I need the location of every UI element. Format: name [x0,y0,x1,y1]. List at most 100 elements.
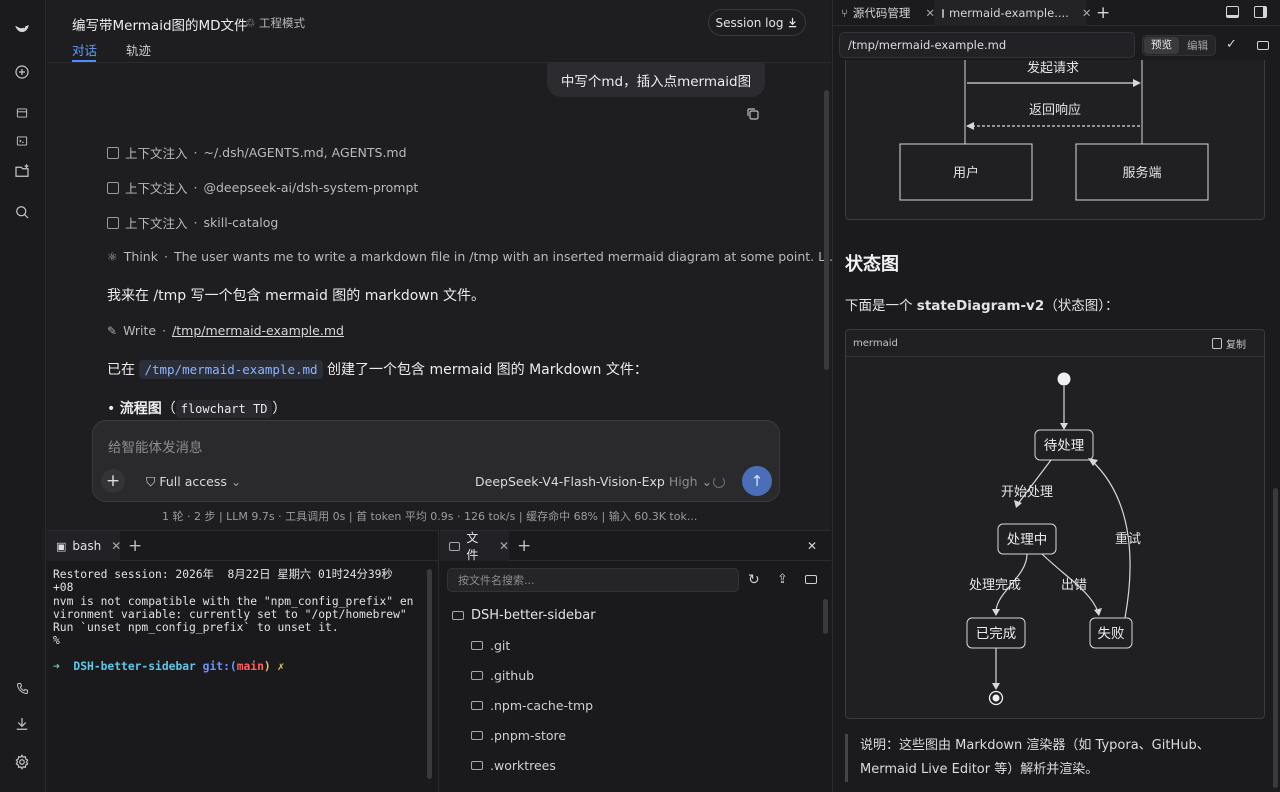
state-node-label: 已完成 [976,626,1017,642]
separator: · [193,180,198,195]
document-icon [107,181,119,194]
write-path-link[interactable]: /tmp/mermaid-example.md [172,323,344,338]
context-value: ~/.dsh/AGENTS.md, AGENTS.md [203,145,407,160]
preview-mode-button[interactable]: 预览 [1144,37,1179,54]
upload-icon[interactable]: ⇪ [777,572,788,587]
write-line[interactable]: ✎ Write · /tmp/mermaid-example.md [107,323,344,338]
sequence-diagram: 发起请求 返回响应 用户 服务端 [845,60,1265,220]
copy-icon [1212,338,1222,349]
chevron-down-icon: ⌄ [230,474,242,489]
close-icon[interactable]: ✕ [499,539,509,553]
effort-level: High [668,474,698,489]
scrollbar[interactable] [427,569,432,779]
copy-button[interactable]: 复制 [1212,336,1246,351]
new-tab-button[interactable]: + [1096,0,1110,26]
copy-icon[interactable] [746,107,760,125]
download-icon[interactable] [11,713,33,735]
seq-message-label: 发起请求 [1027,60,1079,76]
sequence-svg: 发起请求 返回响应 用户 服务端 [899,60,1209,201]
prompt-branch: main [236,660,264,673]
new-chat-icon[interactable] [11,61,33,83]
seq-actor-label: 服务端 [1122,165,1161,181]
attach-button[interactable]: + [101,469,125,493]
section-description: 下面是一个 stateDiagram-v2（状态图）： [845,294,1119,314]
state-edge-label: 开始处理 [1001,485,1053,500]
access-label: Full access [159,474,227,489]
check-icon[interactable]: ✓ [1226,37,1237,52]
file-search-input[interactable]: 按文件名搜索... [447,568,739,592]
open-folder-icon[interactable] [1257,41,1269,50]
folder-icon [471,761,483,770]
tree-root[interactable]: DSH-better-sidebar [452,608,596,623]
view-mode-toggle[interactable]: 预览 编辑 [1142,35,1216,56]
close-icon[interactable]: ✕ [111,539,121,553]
mode-badge[interactable]: ♲ 工程模式 [245,15,305,31]
copy-label: 复制 [1226,340,1246,351]
message-input[interactable]: 给智能体发消息 [108,436,203,456]
scrollbar[interactable] [1273,488,1278,788]
tab-conversation[interactable]: 对话 [72,40,97,59]
mode-label: 工程模式 [258,16,305,30]
new-tab-button[interactable]: + [517,536,531,556]
think-line[interactable]: ⚛ Think · The user wants me to write a ma… [107,249,837,264]
logo-icon[interactable] [11,18,33,40]
files-tabbar: 文件 ✕ + ✕ [440,531,831,562]
pencil-icon: ✎ [107,323,118,338]
run-stats: 1 轮 · 2 步 | LLM 9.7s · 工具调用 0s | 首 token… [162,510,698,523]
close-icon[interactable]: ✕ [807,539,817,553]
preview-pane: ⑂ 源代码管理 ✕ mermaid-example.... ✕ + /tmp/m… [832,0,1280,792]
folder-icon [449,541,461,551]
prompt-arrow: ➜ [53,660,60,673]
bullet-dot: • [107,401,116,417]
settings-icon[interactable] [11,751,33,773]
tree-item[interactable]: .npm-cache-tmp [471,698,593,713]
new-terminal-button[interactable]: + [128,536,142,556]
phone-icon[interactable] [11,677,33,699]
add-project-icon[interactable] [11,160,33,182]
folder-icon [471,701,483,710]
preview-tabbar: ⑂ 源代码管理 ✕ mermaid-example.... ✕ + [833,0,1280,26]
terminal-prompt[interactable]: ➜ DSH-better-sidebar git:(main) ✗ [53,660,284,673]
tab-bash[interactable]: ▣ bash ✕ [47,531,121,561]
tab-files[interactable]: 文件 ✕ [440,531,509,562]
desc-bold: stateDiagram-v2 [916,298,1045,314]
close-icon[interactable]: ✕ [1082,6,1092,20]
search-icon[interactable] [11,201,33,223]
context-line[interactable]: 上下文注入 · @deepseek-ai/dsh-system-prompt [107,178,418,197]
access-dropdown[interactable]: ⛉ Full access ⌄ [146,474,241,490]
panel-right-icon[interactable] [1254,6,1267,18]
state-edge-label: 处理完成 [969,578,1021,593]
page-title: 编写带Mermaid图的MD文件 [72,18,248,34]
tree-item[interactable]: .worktrees [471,758,556,773]
sidebar-icon[interactable] [11,102,33,124]
file-path-field[interactable]: /tmp/mermaid-example.md [839,32,1135,58]
panel-bottom-icon[interactable] [1226,6,1239,18]
context-line[interactable]: 上下文注入 · ~/.dsh/AGENTS.md, AGENTS.md [107,143,407,162]
folder-icon [471,641,483,650]
tab-label: 源代码管理 [852,6,911,20]
terminal-output[interactable]: Restored session: 2026年 8月22日 星期六 01时24分… [53,568,413,648]
tree-item[interactable]: .git [471,638,510,653]
open-folder-icon[interactable] [805,575,817,584]
send-button[interactable]: ↑ [742,466,772,496]
write-label: Write [123,323,157,338]
state-node-label: 待处理 [1044,438,1085,454]
prompt-dir: DSH-better-sidebar [73,660,196,673]
scrollbar[interactable] [823,599,828,634]
context-line[interactable]: 上下文注入 · skill-catalog [107,213,278,232]
scrollbar[interactable] [824,90,829,370]
model-name: DeepSeek-V4-Flash-Vision-Exp [475,474,665,489]
tab-mermaid-file[interactable]: mermaid-example.... ✕ [934,0,1091,26]
model-selector[interactable]: DeepSeek-V4-Flash-Vision-Exp High ⌄ [475,474,712,489]
tree-item[interactable]: .github [471,668,534,683]
refresh-icon[interactable]: ↻ [748,572,760,588]
tree-item[interactable]: .pnpm-store [471,728,566,743]
code-lang-label: mermaid [853,338,898,349]
download-icon [789,17,797,28]
terminal-icon[interactable] [11,130,33,152]
edit-mode-button[interactable]: 编辑 [1180,38,1215,53]
tab-trajectory[interactable]: 轨迹 [126,40,151,59]
tab-source-control[interactable]: ⑂ 源代码管理 ✕ [841,0,935,26]
session-log-button[interactable]: Session log [708,9,806,36]
paren: ） [272,401,287,417]
